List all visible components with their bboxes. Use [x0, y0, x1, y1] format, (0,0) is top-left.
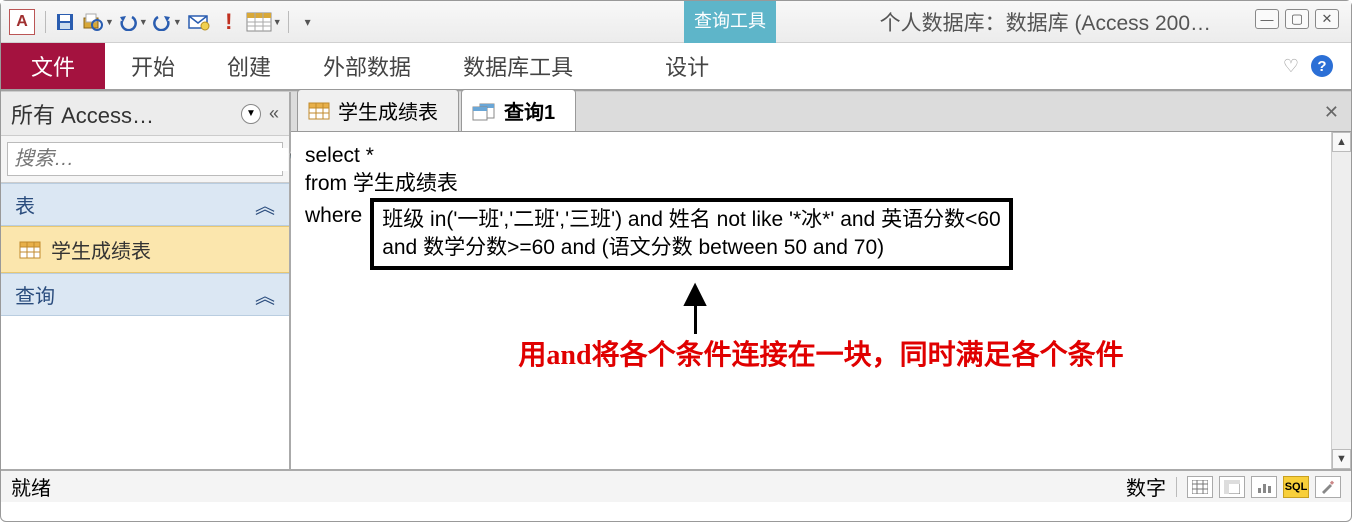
datasheet-icon: [246, 12, 272, 32]
help-button[interactable]: ?: [1311, 55, 1333, 77]
nav-header: 所有 Access… ▼ «: [1, 92, 289, 136]
redo-icon: [152, 13, 172, 31]
scroll-down-button[interactable]: ▼: [1332, 449, 1351, 469]
status-right: 数字 SQL: [1126, 472, 1341, 501]
sql-clause-line: 班级 in('一班','二班','三班') and 姓名 not like '*…: [382, 206, 1001, 234]
content-area: 学生成绩表 查询1 ✕ select * from 学生成绩表 where 班级…: [291, 92, 1351, 469]
view-datasheet-button[interactable]: [1187, 476, 1213, 498]
nav-item-student-scores[interactable]: 学生成绩表: [1, 226, 289, 273]
query-icon: [472, 101, 496, 121]
annotation-arrow: ▲: [665, 276, 725, 334]
undo-icon: [118, 13, 138, 31]
view-sql-button[interactable]: SQL: [1283, 476, 1309, 498]
dropdown-icon: ▼: [105, 17, 114, 27]
navigation-pane: 所有 Access… ▼ « 🔍 表 ︽ 学生成绩表 查询 ︽: [1, 92, 291, 469]
search-box: 🔍: [7, 142, 283, 176]
ribbon-help-area: ♡ ?: [1283, 43, 1351, 89]
collapse-icon: ︽: [255, 280, 275, 309]
nav-title: 所有 Access…: [11, 98, 241, 130]
dropdown-icon: ▼: [273, 17, 282, 27]
sql-line: select *: [305, 142, 1337, 170]
nav-collapse-button[interactable]: «: [269, 103, 279, 124]
nav-search-row: 🔍: [1, 136, 289, 183]
tab-file[interactable]: 文件: [1, 43, 105, 89]
sql-editor[interactable]: select * from 学生成绩表 where 班级 in('一班','二班…: [291, 132, 1351, 469]
customize-qat-button[interactable]: ▾: [295, 9, 321, 35]
annotation-text: 用and将各个条件连接在一块，同时满足各个条件: [305, 342, 1337, 370]
close-button[interactable]: ✕: [1315, 9, 1339, 29]
mail-button[interactable]: [186, 9, 212, 35]
design-view-icon: [1320, 480, 1336, 494]
run-button[interactable]: !: [216, 9, 242, 35]
tab-home[interactable]: 开始: [105, 43, 201, 89]
dropdown-icon: ▼: [139, 17, 148, 27]
nav-group-label: 表: [15, 190, 35, 219]
ribbon-collapse-icon[interactable]: ♡: [1283, 56, 1299, 77]
table-icon: [308, 102, 330, 120]
sql-clause-line: and 数学分数>=60 and (语文分数 between 50 and 70…: [382, 234, 1001, 262]
document-tabs: 学生成绩表 查询1 ✕: [291, 92, 1351, 132]
table-icon: [19, 241, 41, 259]
context-tab-area: 查询工具: [684, 1, 776, 43]
maximize-button[interactable]: ▢: [1285, 9, 1309, 29]
dropdown-icon: ▼: [173, 17, 182, 27]
doc-tab-label: 学生成绩表: [338, 96, 438, 125]
redo-button[interactable]: ▼: [152, 9, 182, 35]
app-logo[interactable]: A: [9, 9, 35, 35]
arrow-up-icon: ▲: [665, 276, 725, 310]
separator: [1176, 477, 1177, 497]
context-tab-label: 查询工具: [684, 1, 776, 43]
nav-filter-dropdown[interactable]: ▼: [241, 104, 261, 124]
nav-group-label: 查询: [15, 280, 55, 309]
vertical-scrollbar[interactable]: ▲ ▼: [1331, 132, 1351, 469]
doc-tab-label: 查询1: [504, 96, 555, 125]
collapse-icon: ︽: [255, 190, 275, 219]
preview-icon: [82, 12, 104, 32]
save-icon: [55, 12, 75, 32]
scroll-track[interactable]: [1332, 152, 1351, 449]
nav-item-label: 学生成绩表: [51, 235, 151, 264]
print-preview-button[interactable]: ▼: [82, 9, 114, 35]
nav-group-tables[interactable]: 表 ︽: [1, 183, 289, 226]
mail-icon: [188, 13, 210, 31]
undo-button[interactable]: ▼: [118, 9, 148, 35]
minimize-button[interactable]: —: [1255, 9, 1279, 29]
main-area: 所有 Access… ▼ « 🔍 表 ︽ 学生成绩表 查询 ︽: [1, 91, 1351, 469]
doc-tab-table[interactable]: 学生成绩表: [297, 89, 459, 131]
sql-line: from 学生成绩表: [305, 170, 1337, 198]
doc-close-button[interactable]: ✕: [1324, 102, 1339, 123]
separator: [45, 11, 46, 33]
nav-group-queries[interactable]: 查询 ︽: [1, 273, 289, 316]
status-bar: 就绪 数字 SQL: [1, 469, 1351, 502]
doc-tab-query[interactable]: 查询1: [461, 89, 576, 131]
view-design-button[interactable]: [1315, 476, 1341, 498]
tab-design[interactable]: 设计: [639, 43, 735, 89]
tab-external-data[interactable]: 外部数据: [297, 43, 437, 89]
status-left: 就绪: [11, 472, 51, 501]
separator: [288, 11, 289, 33]
window-title: 个人数据库：数据库 (Access 200…: [880, 7, 1211, 37]
datasheet-view-icon: [1192, 480, 1208, 494]
datasheet-button[interactable]: ▼: [246, 9, 282, 35]
save-button[interactable]: [52, 9, 78, 35]
scroll-up-button[interactable]: ▲: [1332, 132, 1351, 152]
view-pivotchart-button[interactable]: [1251, 476, 1277, 498]
window-controls: — ▢ ✕: [1255, 9, 1339, 29]
view-pivot-button[interactable]: [1219, 476, 1245, 498]
search-input[interactable]: [8, 148, 288, 171]
highlighted-where-clause: 班级 in('一班','二班','三班') and 姓名 not like '*…: [370, 198, 1013, 270]
status-mode: 数字: [1126, 472, 1166, 501]
sql-where-keyword: where: [305, 198, 370, 230]
chart-view-icon: [1256, 480, 1272, 494]
nav-empty-area: [1, 316, 289, 469]
tab-create[interactable]: 创建: [201, 43, 297, 89]
sql-where-line: where 班级 in('一班','二班','三班') and 姓名 not l…: [305, 198, 1337, 270]
pivot-view-icon: [1224, 480, 1240, 494]
ribbon-tabs: 文件 开始 创建 外部数据 数据库工具 设计 ♡ ?: [1, 43, 1351, 91]
tab-database-tools[interactable]: 数据库工具: [437, 43, 599, 89]
